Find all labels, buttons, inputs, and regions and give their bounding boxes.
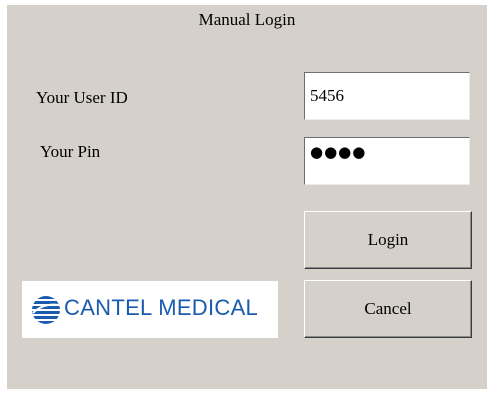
user-id-input[interactable] [304,72,470,120]
pin-input[interactable]: ●●●● [304,137,470,185]
login-button[interactable]: Login [304,211,472,269]
cantel-medical-logo-text: CANTEL MEDICAL [64,295,259,320]
cantel-medical-logo: CANTEL MEDICAL [22,281,278,338]
cancel-button[interactable]: Cancel [304,280,472,338]
dialog-title: Manual Login [198,10,296,29]
cantel-medical-logo-icon [32,296,60,324]
pin-label: Your Pin [40,142,101,161]
pin-masked-value: ●●●● [310,143,367,161]
manual-login-dialog: Manual Login Your User ID Your Pin ●●●● … [7,5,487,389]
user-id-label: Your User ID [36,88,128,107]
